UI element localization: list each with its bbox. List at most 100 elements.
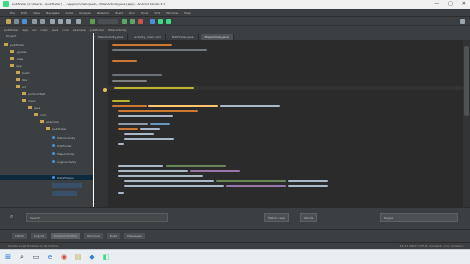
redo-icon[interactable] [40, 19, 45, 24]
code-line [112, 100, 130, 102]
edge-icon[interactable]: e [46, 253, 54, 261]
folder-icon [22, 99, 26, 102]
breakpoint-icon[interactable] [103, 88, 107, 92]
tool-window-build[interactable]: Build [106, 233, 121, 239]
undo-icon[interactable] [32, 19, 37, 24]
task-view-icon[interactable]: ▭ [32, 253, 40, 261]
maximize-button[interactable]: ▢ [448, 1, 453, 7]
tool-window-logcat[interactable]: Logcat [30, 233, 47, 239]
config-dropdown[interactable] [98, 19, 118, 24]
run-icon[interactable] [122, 19, 127, 24]
code-line [124, 180, 214, 182]
search-input[interactable]: Search [26, 213, 168, 222]
search-icon[interactable]: ⌕ [18, 253, 26, 261]
regex-button[interactable]: Regex [380, 213, 458, 222]
breadcrumb-item[interactable]: pubfinder [4, 28, 18, 32]
tree-item[interactable]: build [16, 70, 29, 75]
cut-icon[interactable] [50, 19, 55, 24]
folder-icon [16, 85, 20, 88]
tree-item-selected[interactable]: DataHelper [0, 175, 93, 180]
menu-code[interactable]: Code [65, 11, 73, 15]
tree-item[interactable]: java [28, 105, 40, 110]
tree-item[interactable]: main [22, 98, 36, 103]
copy-icon[interactable] [58, 19, 63, 24]
store-icon[interactable]: ◆ [88, 253, 96, 261]
code-line [112, 74, 162, 76]
chrome-icon[interactable]: ◉ [60, 253, 68, 261]
sync-icon[interactable] [22, 19, 27, 24]
breadcrumb-item[interactable]: app [22, 28, 28, 32]
status-info: 22:47 CRLF: UTF-8: Context: <no context> [399, 244, 464, 248]
avd-manager-icon[interactable] [158, 19, 163, 24]
tool-window-messages[interactable]: Messages [124, 233, 145, 239]
menu-view[interactable]: View [33, 11, 40, 15]
tree-item[interactable]: .idea [10, 56, 23, 61]
start-icon[interactable]: ⊞ [4, 253, 12, 261]
tree-item[interactable]: PubFinder [52, 143, 72, 148]
tool-window-terminal[interactable]: Terminal [84, 233, 103, 239]
tree-item[interactable]: MapActivity [52, 151, 75, 156]
menu-tools[interactable]: Tools [141, 11, 148, 15]
menu-window[interactable]: Window [166, 11, 178, 15]
folder-icon [10, 64, 14, 67]
paste-icon[interactable] [66, 19, 71, 24]
close-button[interactable]: ✕ [462, 1, 466, 7]
tree-item[interactable] [52, 191, 77, 196]
tree-item[interactable]: example [40, 119, 59, 124]
debug-icon[interactable] [130, 19, 135, 24]
code-line [118, 170, 188, 172]
title-bar: pubfinder [C:\Users\...\pubfinder] - ...… [0, 0, 470, 9]
code-editor[interactable] [108, 40, 463, 207]
code-line [112, 105, 147, 107]
menu-edit[interactable]: Edit [21, 11, 27, 15]
tool-window-profiler[interactable]: Android Profiler [50, 233, 81, 239]
breadcrumb-item[interactable]: src [32, 28, 36, 32]
android-studio-icon[interactable]: ◧ [102, 253, 110, 261]
breadcrumb-item[interactable]: MainActivity [108, 28, 126, 32]
tree-item[interactable]: com [34, 112, 46, 117]
save-icon[interactable] [14, 19, 19, 24]
menu-help[interactable]: Help [184, 11, 191, 15]
minimize-button[interactable]: — [434, 1, 439, 7]
words-button[interactable]: Words [300, 213, 318, 222]
search-everywhere-icon[interactable] [460, 19, 465, 24]
scrollbar-thumb[interactable] [464, 46, 469, 116]
tree-item[interactable]: libs [16, 77, 27, 82]
menu-refactor[interactable]: Refactor [97, 11, 110, 15]
menu-analyze[interactable]: Analyze [79, 11, 91, 15]
match-case-button[interactable]: Match case [264, 213, 290, 222]
tree-item[interactable]: src [16, 84, 26, 89]
tree-item[interactable]: app [10, 63, 22, 68]
tree-item[interactable]: LoginActivity [52, 159, 76, 164]
open-icon[interactable] [6, 19, 11, 24]
tree-item[interactable]: MainActivity [52, 135, 75, 140]
tree-item[interactable]: pubfinder [46, 126, 66, 131]
menu-build[interactable]: Build [116, 11, 124, 15]
code-line [124, 138, 174, 140]
tree-item[interactable]: .gradle [10, 49, 27, 54]
explorer-icon[interactable]: ▤ [74, 253, 82, 261]
folder-icon [40, 120, 44, 123]
menu-file[interactable]: File [10, 11, 15, 15]
breadcrumb-item[interactable]: com [62, 28, 68, 32]
build-icon[interactable] [90, 19, 95, 24]
find-icon[interactable] [76, 19, 81, 24]
editor-tabs: MainActivity.java activity_main.xml PubF… [94, 33, 470, 40]
editor-scrollbar[interactable] [463, 40, 470, 207]
code-line [190, 170, 240, 172]
tree-item[interactable] [52, 183, 82, 188]
tree-item[interactable]: androidTest [22, 91, 45, 96]
menu-run[interactable]: Run [129, 11, 135, 15]
menu-vcs[interactable]: VCS [154, 11, 160, 15]
breadcrumb-item[interactable]: pubfinder [90, 28, 104, 32]
menu-navigate[interactable]: Navigate [46, 11, 59, 15]
window-title: pubfinder [C:\Users\...\pubfinder] - ...… [12, 2, 166, 6]
tool-window-todo[interactable]: TODO [12, 233, 27, 239]
sdk-manager-icon[interactable] [166, 19, 171, 24]
breadcrumb-item[interactable]: java [52, 28, 58, 32]
stop-icon[interactable] [138, 19, 143, 24]
gradle-sync-icon[interactable] [150, 19, 155, 24]
breadcrumb-item[interactable]: example [73, 28, 86, 32]
tree-item[interactable]: pubfinder [4, 42, 24, 47]
breadcrumb-item[interactable]: main [41, 28, 49, 32]
